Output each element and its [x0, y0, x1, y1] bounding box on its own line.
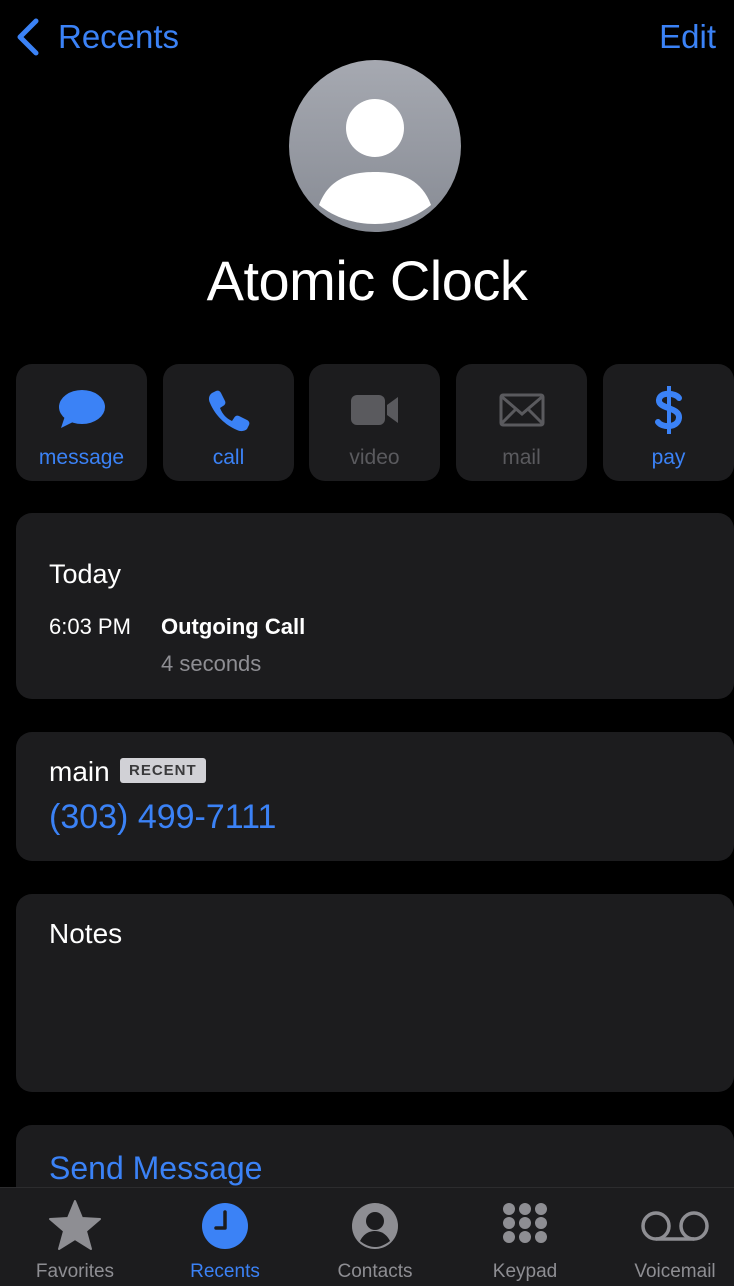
call-history-card: Today 6:03 PM Outgoing Call 4 seconds	[16, 513, 734, 699]
tab-recents-label: Recents	[190, 1261, 260, 1282]
message-button-label: message	[38, 446, 125, 469]
phone-number-card[interactable]: main RECENT (303) 499-7111	[16, 732, 734, 861]
send-message-button[interactable]: Send Message	[49, 1150, 262, 1187]
star-icon	[47, 1198, 103, 1254]
back-button[interactable]: Recents	[14, 14, 179, 60]
quick-actions: message call video mail pay	[16, 364, 734, 481]
notes-card[interactable]: Notes	[16, 894, 734, 1092]
pay-button-label: pay	[651, 446, 686, 469]
tab-keypad-label: Keypad	[492, 1261, 558, 1282]
tab-favorites-label: Favorites	[35, 1261, 115, 1282]
notes-label: Notes	[49, 918, 123, 949]
contact-name: Atomic Clock	[206, 249, 528, 312]
video-button-label: video	[349, 446, 400, 469]
keypad-icon	[500, 1198, 550, 1254]
call-type: Outgoing Call	[161, 614, 306, 639]
tab-favorites[interactable]: Favorites	[0, 1188, 150, 1286]
tab-voicemail-label: Voicemail	[634, 1261, 716, 1282]
recent-badge: RECENT	[120, 758, 206, 783]
video-camera-icon	[350, 384, 400, 436]
call-time: 6:03 PM	[49, 614, 131, 639]
clock-icon	[200, 1198, 250, 1254]
call-duration: 4 seconds	[161, 651, 262, 676]
person-silhouette-icon	[319, 99, 431, 224]
message-bubble-icon	[57, 384, 107, 436]
tab-keypad[interactable]: Keypad	[450, 1188, 600, 1286]
avatar	[289, 60, 461, 232]
message-button[interactable]: message	[16, 364, 147, 481]
phone-icon	[207, 384, 251, 436]
call-button-label: call	[212, 446, 245, 469]
back-button-label: Recents	[58, 18, 180, 55]
pay-button[interactable]: pay	[603, 364, 734, 481]
voicemail-icon	[640, 1198, 710, 1254]
phone-label: main	[49, 756, 110, 787]
tab-contacts-label: Contacts	[337, 1261, 413, 1282]
contact-detail-screen: Recents Edit Atomic Clock message call v…	[0, 0, 734, 1286]
edit-button[interactable]: Edit	[659, 14, 716, 60]
tab-contacts[interactable]: Contacts	[300, 1188, 450, 1286]
phone-number-link[interactable]: (303) 499-7111	[49, 798, 276, 837]
tab-bar: Favorites Recents Contacts Keypad Voicem…	[0, 1187, 734, 1286]
envelope-icon	[499, 384, 545, 436]
chevron-left-icon	[14, 17, 42, 57]
tab-recents[interactable]: Recents	[150, 1188, 300, 1286]
call-button[interactable]: call	[163, 364, 294, 481]
person-circle-icon	[350, 1198, 400, 1254]
video-button[interactable]: video	[309, 364, 440, 481]
tab-voicemail[interactable]: Voicemail	[600, 1188, 734, 1286]
mail-button[interactable]: mail	[456, 364, 587, 481]
call-history-date: Today	[49, 559, 122, 589]
mail-button-label: mail	[502, 446, 541, 469]
dollar-icon	[654, 384, 684, 436]
